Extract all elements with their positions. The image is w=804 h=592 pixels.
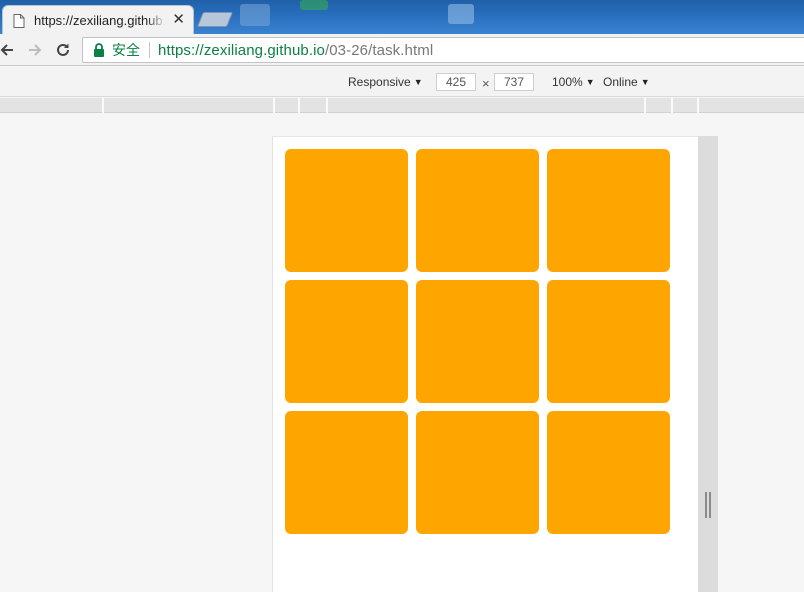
grid-tile [547, 280, 670, 403]
close-icon[interactable]: ✕ [172, 11, 185, 29]
arrow-left-icon[interactable] [0, 41, 16, 59]
emulated-viewport [272, 136, 698, 592]
tile-grid [285, 149, 670, 534]
grid-tile [285, 411, 408, 534]
grid-tile [547, 411, 670, 534]
device-mode-label: Responsive [348, 75, 411, 89]
zoom-dropdown[interactable]: 100% ▼ [552, 75, 595, 89]
chevron-down-icon: ▼ [640, 77, 650, 87]
browser-toolbar: 安全 https://zexiliang.github.io/03-26/tas… [0, 34, 804, 66]
url-path: /03-26/task.html [324, 41, 434, 59]
grid-tile [416, 411, 539, 534]
grid-tile [285, 280, 408, 403]
throttling-label: Online [603, 75, 638, 89]
tab-active[interactable]: https://zexiliang.github.io/03-26/task.h… [2, 5, 194, 34]
lock-icon [93, 43, 105, 57]
ruler-tick [102, 98, 104, 113]
desktop-shape [240, 4, 270, 26]
ruler-tick [671, 98, 673, 113]
secure-label: 安全 [112, 42, 140, 58]
grid-tile [416, 280, 539, 403]
media-query-ruler[interactable] [0, 98, 804, 113]
page-icon [13, 13, 25, 28]
tab-strip: https://zexiliang.github.io/03-26/task.h… [0, 0, 804, 34]
new-tab-button[interactable] [196, 12, 234, 27]
height-input[interactable] [494, 73, 534, 91]
throttling-dropdown[interactable]: Online ▼ [603, 75, 650, 89]
ruler-tick [644, 98, 646, 113]
grid-tile [547, 149, 670, 272]
desktop-shape [448, 4, 474, 24]
dimension-separator: × [482, 76, 490, 91]
grid-tile [416, 149, 539, 272]
ruler-tick [298, 98, 300, 113]
device-stage [0, 114, 804, 592]
chevron-down-icon: ▼ [413, 77, 423, 87]
url-host: https://zexiliang.github.io [158, 41, 325, 59]
ruler-tick [273, 98, 275, 113]
tab-title: https://zexiliang.github.io/03-26/task.h… [34, 13, 166, 28]
width-input[interactable] [436, 73, 476, 91]
device-toolbar: Responsive ▼ × 100% ▼ Online ▼ [0, 67, 804, 97]
ruler-tick [326, 98, 328, 113]
divider [149, 42, 150, 58]
desktop-shape [300, 0, 328, 10]
resize-grip-icon [705, 492, 711, 518]
grid-tile [285, 149, 408, 272]
zoom-label: 100% [552, 75, 583, 89]
arrow-right-icon[interactable] [26, 41, 44, 59]
address-bar[interactable]: 安全 https://zexiliang.github.io/03-26/tas… [82, 37, 804, 63]
reload-icon[interactable] [54, 41, 72, 59]
device-mode-dropdown[interactable]: Responsive ▼ [348, 75, 423, 89]
chevron-down-icon: ▼ [585, 77, 595, 87]
viewport-resize-handle[interactable] [698, 136, 718, 592]
ruler-tick [697, 98, 699, 113]
